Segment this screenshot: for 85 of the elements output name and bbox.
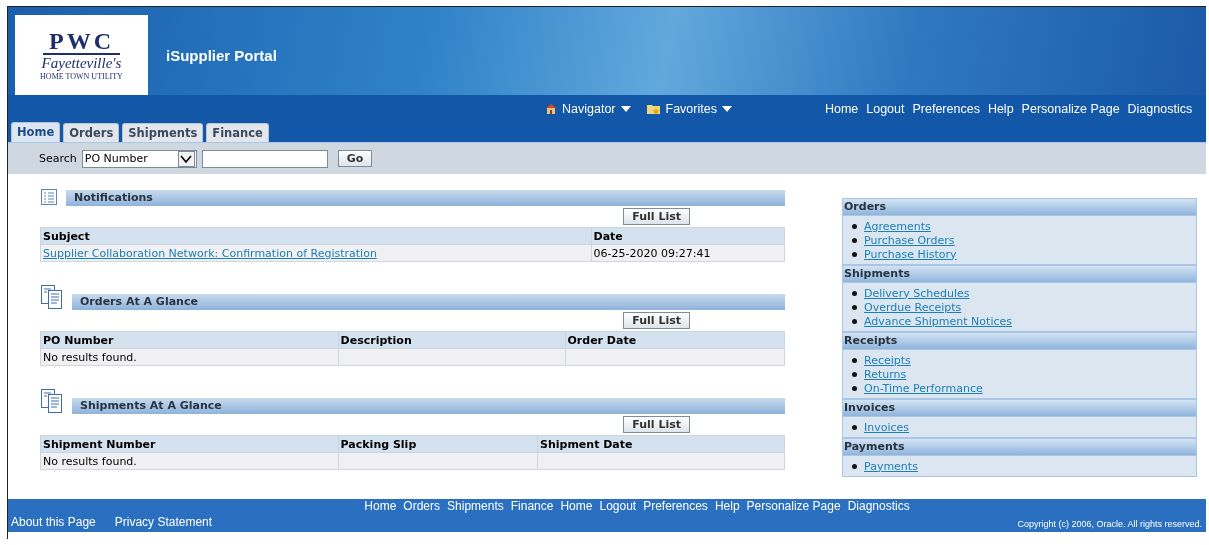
side-group-header: Shipments: [842, 265, 1197, 283]
global-menu[interactable]: Favorites: [646, 102, 732, 116]
bullet-icon: [852, 463, 857, 469]
full-list-button[interactable]: Full List: [623, 312, 690, 329]
column-header: Order Date: [565, 331, 785, 349]
table-cell: No results found.: [43, 454, 137, 468]
go-button[interactable]: Go: [337, 150, 373, 167]
column-header: Date: [591, 227, 785, 245]
side-link[interactable]: Agreements: [864, 219, 931, 233]
side-link[interactable]: Purchase History: [864, 247, 957, 261]
side-group-header: Payments: [842, 438, 1197, 456]
documents-icon: [40, 284, 64, 310]
global-menu[interactable]: Navigator: [545, 102, 631, 116]
house-icon: [545, 103, 557, 115]
side-group-header: Orders: [842, 198, 1197, 216]
column-header: Shipment Date: [537, 435, 785, 453]
global-link[interactable]: Logout: [866, 102, 905, 116]
global-link[interactable]: Diagnostics: [1127, 102, 1193, 116]
footer-link[interactable]: Logout: [599, 499, 637, 513]
side-link[interactable]: On-Time Performance: [864, 381, 983, 395]
bullet-icon: [852, 304, 857, 310]
full-list-button[interactable]: Full List: [623, 416, 690, 433]
footer-link[interactable]: Home: [560, 499, 593, 513]
bullet-icon: [852, 357, 857, 363]
side-link[interactable]: Returns: [864, 367, 907, 381]
global-link[interactable]: Personalize Page: [1021, 102, 1120, 116]
side-link[interactable]: Overdue Receipts: [864, 300, 962, 314]
table-cell: 06-25-2020 09:27:41: [593, 246, 711, 260]
search-field[interactable]: [201, 149, 328, 168]
column-header: PO Number: [40, 331, 339, 349]
global-link[interactable]: Home: [824, 102, 859, 116]
footer-link[interactable]: Privacy Statement: [114, 515, 213, 529]
side-link[interactable]: Invoices: [864, 420, 910, 434]
bullet-icon: [852, 251, 857, 257]
logo-tagline: HOME TOWN UTILITY: [40, 71, 123, 82]
column-header: Shipment Number: [40, 435, 339, 453]
footer-link[interactable]: Shipments: [447, 499, 504, 513]
documents-icon: [40, 388, 64, 414]
search-type-dropdown[interactable]: PO Number: [81, 149, 197, 168]
footer-link[interactable]: Home: [364, 499, 397, 513]
caret-icon: [620, 106, 631, 112]
footer-link[interactable]: Help: [714, 499, 740, 513]
footer-link[interactable]: About this Page: [11, 515, 96, 529]
table-cell: No results found.: [43, 350, 137, 364]
tab[interactable]: Orders: [63, 123, 120, 142]
chevron-down-icon: [177, 150, 195, 167]
column-header: Description: [338, 331, 565, 349]
search-label: Search: [39, 152, 77, 165]
copyright: Copyright (c) 2006, Oracle. All rights reserved.: [1017, 519, 1202, 529]
side-link[interactable]: Purchase Orders: [864, 233, 955, 247]
logo-mark: PWC: [43, 28, 120, 55]
global-link[interactable]: Help: [987, 102, 1014, 116]
section-header: Notifications: [66, 190, 785, 206]
side-link[interactable]: Advance Shipment Notices: [864, 314, 1012, 328]
full-list-button[interactable]: Full List: [623, 208, 690, 225]
bullet-icon: [852, 223, 857, 229]
bullet-icon: [852, 237, 857, 243]
tab[interactable]: Home: [11, 122, 61, 142]
bullet-icon: [852, 318, 857, 324]
logo-name: Fayetteville's: [41, 54, 122, 72]
bullet-icon: [852, 371, 857, 377]
tab[interactable]: Shipments: [122, 123, 204, 142]
caret-icon: [721, 106, 732, 112]
section-header: Shipments At A Glance: [72, 398, 785, 414]
folder-star-icon: [646, 103, 661, 115]
bullet-icon: [852, 290, 857, 296]
section-header: Orders At A Glance: [72, 294, 785, 310]
side-group-header: Receipts: [842, 332, 1197, 350]
side-link[interactable]: Receipts: [864, 353, 911, 367]
footer-link[interactable]: Personalize Page: [746, 499, 841, 513]
app-title: iSupplier Portal: [166, 47, 277, 64]
column-header: Subject: [40, 227, 592, 245]
global-link[interactable]: Preferences: [912, 102, 980, 116]
bullet-icon: [852, 385, 857, 391]
bullet-icon: [852, 424, 857, 430]
side-link[interactable]: Delivery Schedules: [864, 286, 970, 300]
footer-link[interactable]: Preferences: [643, 499, 708, 513]
footer-link[interactable]: Orders: [403, 499, 441, 513]
list-icon: [40, 188, 58, 206]
side-link[interactable]: Payments: [864, 459, 918, 473]
tab[interactable]: Finance: [206, 123, 269, 142]
footer-link[interactable]: Diagnostics: [847, 499, 910, 513]
column-header: Packing Slip: [338, 435, 538, 453]
side-group-header: Invoices: [842, 399, 1197, 417]
footer-link[interactable]: Finance: [510, 499, 554, 513]
